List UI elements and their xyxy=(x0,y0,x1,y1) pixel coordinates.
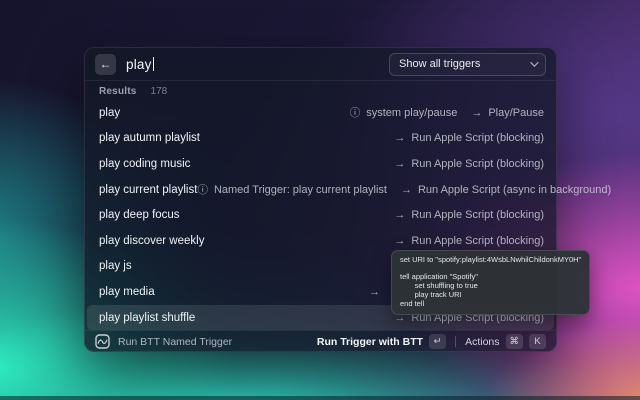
applescript-code: set URI to "spotify:playlist:4WsbLNwhilC… xyxy=(400,256,581,308)
result-row-autumn-playlist[interactable]: play autumn playlist → Run Apple Script … xyxy=(85,126,556,152)
row-title: play autumn playlist xyxy=(99,132,200,144)
row-action-text: Run Apple Script (blocking) xyxy=(411,235,544,247)
command-key-icon: ⌘ xyxy=(506,334,524,349)
row-title: play xyxy=(99,107,120,119)
info-icon: ⓘ xyxy=(197,182,208,197)
chevron-down-icon xyxy=(530,58,538,66)
k-key-icon: K xyxy=(529,334,546,349)
script-preview-tooltip: set URI to "spotify:playlist:4WsbLNwhilC… xyxy=(391,250,590,315)
arrow-left-icon: ← xyxy=(100,57,112,71)
result-row-deep-focus[interactable]: play deep focus → Run Apple Script (bloc… xyxy=(85,202,556,228)
results-header: Results 178 xyxy=(85,81,556,99)
row-action-text: Run Apple Script (blocking) xyxy=(411,158,544,170)
footer-actions: Run Trigger with BTT ↵ Actions ⌘ K xyxy=(317,334,546,349)
row-action-text: Run Apple Script (blocking) xyxy=(411,209,544,221)
result-row-coding-music[interactable]: play coding music → Run Apple Script (bl… xyxy=(85,151,556,177)
search-query-text: play xyxy=(126,57,152,72)
text-caret xyxy=(153,57,155,71)
screen-bottom-edge xyxy=(0,396,640,400)
arrow-right-icon: → xyxy=(394,158,405,170)
row-action-text: Run Apple Script (blocking) xyxy=(411,132,544,144)
row-title: play deep focus xyxy=(99,209,180,221)
selected-action-type-label: Run BTT Named Trigger xyxy=(118,336,232,348)
arrow-right-icon: → xyxy=(401,184,412,196)
back-button[interactable]: ← xyxy=(95,54,116,75)
actions-button[interactable]: Actions xyxy=(465,336,499,348)
arrow-right-icon: → xyxy=(394,209,405,221)
row-title: play media xyxy=(99,286,155,298)
row-title: play playlist shuffle xyxy=(99,312,195,324)
trigger-search-window: ← play Show all triggers Results 178 pla… xyxy=(84,47,557,352)
footer-bar: Run BTT Named Trigger Run Trigger with B… xyxy=(85,330,556,352)
row-action-text: Run Apple Script (async in background) xyxy=(418,184,611,196)
search-header: ← play Show all triggers xyxy=(85,48,556,81)
row-info-text: Named Trigger: play current playlist xyxy=(214,184,387,196)
return-key-icon: ↵ xyxy=(429,334,446,349)
row-title: play discover weekly xyxy=(99,235,204,247)
results-label: Results xyxy=(99,86,137,97)
arrow-right-icon: → xyxy=(394,132,405,144)
arrow-right-icon: → xyxy=(471,107,482,119)
row-detail: → Run Apple Script (blocking) xyxy=(394,235,544,247)
search-input[interactable]: play xyxy=(126,57,389,72)
row-action-text: Play/Pause xyxy=(488,107,544,119)
result-row-current-playlist[interactable]: play current playlist ⓘ Named Trigger: p… xyxy=(85,177,556,203)
row-detail: → Run Apple Script (blocking) xyxy=(394,158,544,170)
row-title: play current playlist xyxy=(99,184,197,196)
result-row-play[interactable]: play ⓘ system play/pause → Play/Pause xyxy=(85,100,556,126)
row-detail: ⓘ system play/pause → Play/Pause xyxy=(350,105,544,120)
arrow-right-icon: → xyxy=(394,235,405,247)
results-count: 178 xyxy=(151,86,168,97)
btt-logo-icon xyxy=(95,334,110,349)
run-trigger-button[interactable]: Run Trigger with BTT xyxy=(317,336,423,348)
arrow-right-icon: → xyxy=(369,286,380,298)
row-detail: → Run Apple Script (blocking) xyxy=(394,209,544,221)
trigger-filter-dropdown[interactable]: Show all triggers xyxy=(389,53,546,76)
row-info-text: system play/pause xyxy=(366,107,457,119)
info-icon: ⓘ xyxy=(350,105,361,120)
row-title: play js xyxy=(99,260,132,272)
divider xyxy=(455,336,456,347)
row-detail: ⓘ Named Trigger: play current playlist →… xyxy=(197,182,611,197)
row-detail: → Run Apple Script (blocking) xyxy=(394,132,544,144)
dropdown-selected-value: Show all triggers xyxy=(399,58,530,70)
row-title: play coding music xyxy=(99,158,190,170)
